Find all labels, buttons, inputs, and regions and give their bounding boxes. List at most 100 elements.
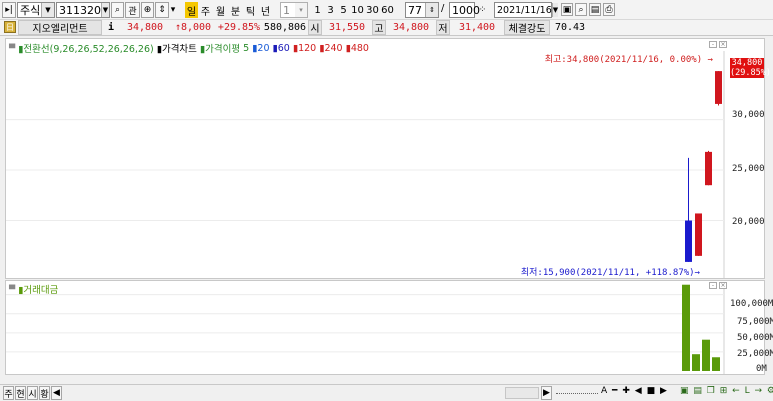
display-count-value: 77 xyxy=(408,3,422,17)
y-tick-30000: 30,000 xyxy=(732,110,765,120)
volume-value: 580,806 xyxy=(263,22,307,33)
prev-icon[interactable]: ◀ xyxy=(635,386,643,396)
period-day-button[interactable]: 일 xyxy=(185,2,198,18)
vol-tick-25000: 25,000M xyxy=(737,349,773,359)
settings-icon[interactable]: ⚙ xyxy=(767,386,773,396)
tab-current[interactable]: 현 xyxy=(15,386,26,400)
separator-arrow-icon: ▾ xyxy=(170,5,176,15)
candlestick-chart[interactable] xyxy=(6,39,764,278)
layout-icon[interactable]: ▣ xyxy=(561,3,573,16)
interval-30-button[interactable]: 30 xyxy=(365,2,380,18)
font-size-icon[interactable]: A xyxy=(601,386,608,396)
print-icon[interactable]: ⎙ xyxy=(603,3,615,16)
stock-name: 지오엘리먼트 xyxy=(18,20,102,35)
period-week-button[interactable]: 주 xyxy=(198,2,213,18)
settings-icon[interactable]: ⊕ xyxy=(141,2,154,18)
vol-tick-0: 0M xyxy=(756,364,767,374)
scroll-right-button[interactable]: ▶ xyxy=(541,386,552,400)
stock-code-input[interactable]: 311320 ▼ xyxy=(56,2,110,18)
tab-stock[interactable]: 주 xyxy=(3,386,14,400)
low-value: 31,400 xyxy=(458,22,496,33)
period-tick-button[interactable]: 틱 xyxy=(243,2,258,18)
period-month-button[interactable]: 월 xyxy=(213,2,228,18)
price-chart-panel[interactable]: ▀ ▮전환선(9,26,26,52,26,26,26) ▮가격차트 ▮가격이평 … xyxy=(5,38,771,279)
grid-icon[interactable]: ⊞ xyxy=(720,386,729,396)
period-multiplier-select[interactable]: 1 ▾ xyxy=(280,2,308,18)
period-multiplier-value: 1 xyxy=(283,3,290,17)
info-icon[interactable]: i xyxy=(104,20,118,35)
stop-icon[interactable]: ■ xyxy=(647,386,657,396)
excel-icon[interactable]: ▣ xyxy=(680,386,690,396)
period-year-button[interactable]: 년 xyxy=(258,2,273,18)
dock-icon[interactable]: ▸| xyxy=(2,2,16,18)
quote-bar: 日 지오엘리먼트 i 34,800 ↑8,000 +29.85% 580,806… xyxy=(0,20,773,36)
date-picker[interactable]: 2021/11/16 ▼ xyxy=(494,2,559,18)
add-icon[interactable]: ✚ xyxy=(622,386,631,396)
volume-chart-panel[interactable]: ▀ ▮거래대금 - × 100,000M 75,000M 50,000M 25,… xyxy=(5,280,773,375)
bottom-bar: 주 현 시 황 ◀ ▶ A ━ ✚ ◀ ■ ▶ ▣ ▤ ❐ ⊞ ← L → ⚙ xyxy=(0,384,773,401)
save-icon[interactable]: ▤ xyxy=(693,386,703,396)
period-buttons: 일 주 월 분 틱 년 xyxy=(185,2,273,18)
volume-bar xyxy=(712,357,720,371)
open-label: 시 xyxy=(308,20,322,35)
search-icon[interactable]: ⌕ xyxy=(111,2,124,18)
high-annotation: 최고:34,800(2021/11/16, 0.00%) → xyxy=(544,55,713,65)
y-tick-25000: 25,000 xyxy=(732,164,765,174)
price-change: ↑8,000 xyxy=(174,22,212,33)
volume-bar-chart[interactable] xyxy=(6,281,764,374)
refresh-icon[interactable]: ⁘ xyxy=(476,2,489,18)
interval-60-button[interactable]: 60 xyxy=(380,2,395,18)
change-rate: +29.85% xyxy=(217,22,261,33)
high-value: 34,800 xyxy=(392,22,430,33)
chevron-down-icon: ▼ xyxy=(41,3,54,17)
scrollbar-track[interactable] xyxy=(505,387,539,399)
strength-value: 70.43 xyxy=(554,22,586,33)
interval-buttons: 1 3 5 10 30 60 xyxy=(311,2,395,18)
interval-10-button[interactable]: 10 xyxy=(350,2,365,18)
high-label: 고 xyxy=(372,20,386,35)
type-l-icon[interactable]: L xyxy=(745,386,751,396)
interval-5-button[interactable]: 5 xyxy=(337,2,350,18)
strength-label: 체결강도 xyxy=(504,20,550,35)
period-minute-button[interactable]: 분 xyxy=(228,2,243,18)
low-annotation: 최저:15,900(2021/11/11, +118.87%)→ xyxy=(520,268,700,278)
tab-status[interactable]: 황 xyxy=(39,386,50,400)
candle-body xyxy=(685,220,692,262)
count-slash: / xyxy=(441,3,445,14)
zoom-slider[interactable] xyxy=(556,390,598,394)
candle-body xyxy=(715,71,722,104)
back-icon[interactable]: ← xyxy=(732,386,741,396)
candle-body xyxy=(695,213,702,256)
main-toolbar: ▸| 주식 ▼ 311320 ▼ ⌕ 관 ⊕ ⇕ ▾ 일 주 월 분 틱 년 1… xyxy=(0,0,773,20)
vol-tick-75000: 75,000M xyxy=(737,317,773,327)
copy-icon[interactable]: ❐ xyxy=(707,386,716,396)
line-icon[interactable]: ━ xyxy=(612,386,618,396)
volume-bar xyxy=(692,354,700,371)
stepper-icon[interactable]: ⇕ xyxy=(155,2,169,18)
total-count-input[interactable]: 1000 xyxy=(449,2,480,18)
open-value: 31,550 xyxy=(328,22,366,33)
vol-tick-50000: 50,000M xyxy=(737,333,773,343)
chart-tools[interactable]: A ━ ✚ ◀ ■ ▶ xyxy=(601,386,668,396)
interval-1-button[interactable]: 1 xyxy=(311,2,324,18)
candle-body xyxy=(705,151,712,186)
low-label: 저 xyxy=(436,20,450,35)
play-icon[interactable]: ▶ xyxy=(660,386,668,396)
tab-market[interactable]: 시 xyxy=(27,386,38,400)
market-type-select[interactable]: 주식 ▼ xyxy=(17,2,55,18)
favorite-icon[interactable]: 日 xyxy=(4,21,16,33)
manage-button[interactable]: 관 xyxy=(125,2,140,18)
forward-icon[interactable]: → xyxy=(754,386,763,396)
current-price: 34,800 xyxy=(126,22,164,33)
chevron-down-icon: ▾ xyxy=(295,3,307,17)
save-icon[interactable]: ▤ xyxy=(589,3,601,16)
interval-3-button[interactable]: 3 xyxy=(324,2,337,18)
spin-icon: ⇕ xyxy=(425,3,438,17)
volume-bar xyxy=(682,284,690,371)
chevron-down-icon: ▼ xyxy=(101,3,109,17)
scroll-left-button[interactable]: ◀ xyxy=(51,386,62,400)
zoom-icon[interactable]: ⌕ xyxy=(575,3,587,16)
display-count-input[interactable]: 77 ⇕ xyxy=(405,2,439,18)
view-tools[interactable]: ▣ ▤ ❐ ⊞ ← L → ⚙ xyxy=(680,386,773,396)
chevron-down-icon: ▼ xyxy=(551,3,559,17)
